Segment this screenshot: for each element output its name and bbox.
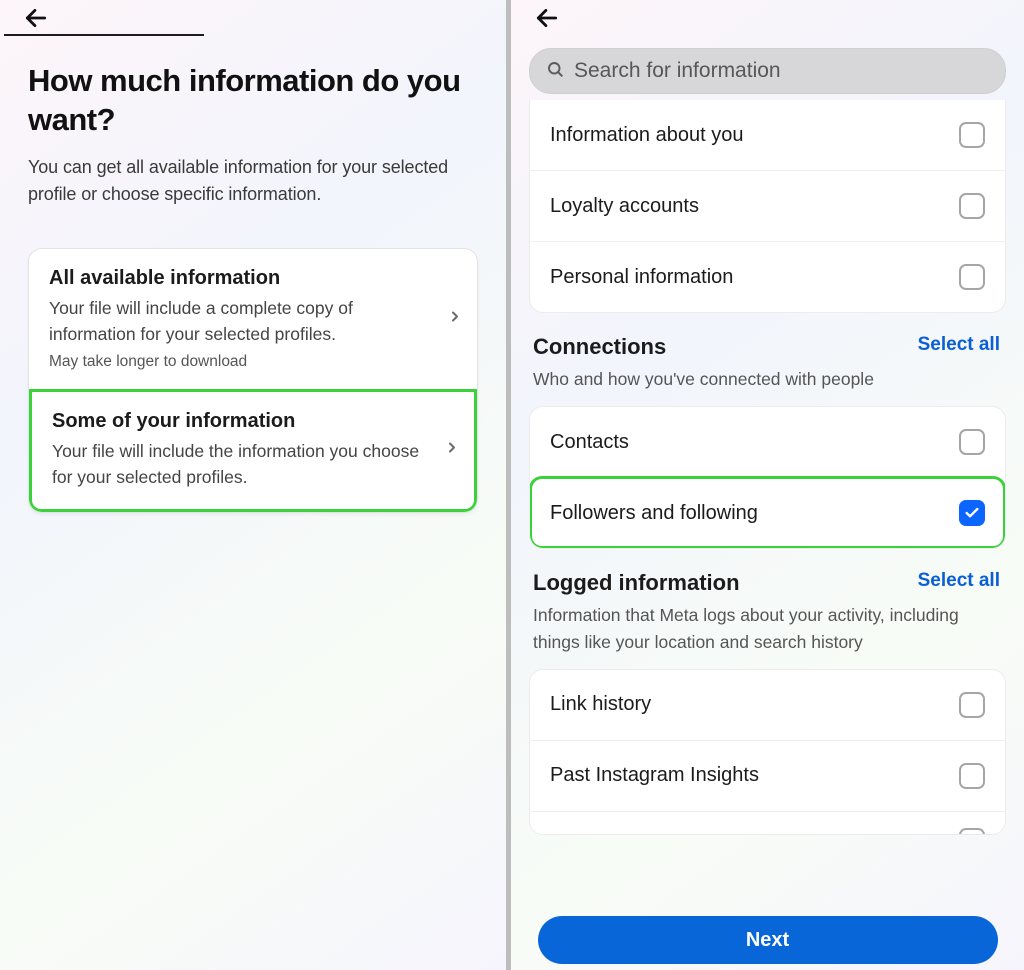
option-note: May take longer to download bbox=[49, 353, 431, 371]
option-some-information[interactable]: Some of your information Your file will … bbox=[29, 389, 477, 512]
row-loyalty-accounts[interactable]: Loyalty accounts bbox=[530, 170, 1005, 241]
checkbox-label: Link history bbox=[550, 693, 651, 716]
section-title-connections: Connections bbox=[533, 334, 666, 360]
checkbox-icon[interactable] bbox=[959, 500, 985, 526]
chevron-right-icon bbox=[447, 306, 463, 331]
checkbox-icon[interactable] bbox=[959, 264, 985, 290]
back-arrow-icon[interactable] bbox=[22, 4, 50, 32]
select-all-logged[interactable]: Select all bbox=[918, 570, 1000, 592]
option-all-information[interactable]: All available information Your file will… bbox=[29, 249, 477, 390]
chevron-right-icon bbox=[444, 438, 460, 463]
search-input[interactable]: Search for information bbox=[529, 48, 1006, 94]
top-info-card: Information about you Loyalty accounts P… bbox=[529, 100, 1006, 313]
checkbox-icon[interactable] bbox=[959, 828, 985, 834]
row-information-about-you[interactable]: Information about you bbox=[530, 100, 1005, 170]
checkbox-label: Personal information bbox=[550, 266, 733, 289]
select-all-connections[interactable]: Select all bbox=[918, 334, 1000, 356]
row-personal-information[interactable]: Personal information bbox=[530, 241, 1005, 312]
checkbox-icon[interactable] bbox=[959, 193, 985, 219]
page-title: How much information do you want? bbox=[28, 62, 478, 140]
row-contacts[interactable]: Contacts bbox=[530, 407, 1005, 477]
section-title-logged: Logged information bbox=[533, 570, 740, 596]
option-desc: Your file will include the information y… bbox=[52, 438, 428, 491]
option-desc: Your file will include a complete copy o… bbox=[49, 295, 431, 348]
checkbox-label: Loyalty accounts bbox=[550, 195, 699, 218]
checkbox-icon[interactable] bbox=[959, 692, 985, 718]
back-arrow-icon[interactable] bbox=[533, 4, 561, 32]
row-past-insights[interactable]: Past Instagram Insights bbox=[530, 740, 1005, 811]
option-title: Some of your information bbox=[52, 410, 428, 433]
section-desc-logged: Information that Meta logs about your ac… bbox=[511, 596, 1024, 669]
row-followers-following[interactable]: Followers and following bbox=[530, 477, 1005, 548]
checkbox-icon[interactable] bbox=[959, 763, 985, 789]
connections-card: Contacts Followers and following bbox=[529, 406, 1006, 549]
row-link-history[interactable]: Link history bbox=[530, 670, 1005, 740]
checkbox-label: Past Instagram Insights bbox=[550, 764, 759, 787]
checkbox-label: Contacts bbox=[550, 431, 629, 454]
page-subtitle: You can get all available information fo… bbox=[28, 154, 478, 208]
checkbox-icon[interactable] bbox=[959, 122, 985, 148]
checkbox-icon[interactable] bbox=[959, 429, 985, 455]
options-card: All available information Your file will… bbox=[28, 248, 478, 513]
row-partial[interactable] bbox=[530, 811, 1005, 834]
next-button[interactable]: Next bbox=[538, 916, 998, 964]
search-placeholder: Search for information bbox=[574, 59, 781, 83]
checkbox-label: Information about you bbox=[550, 124, 743, 147]
search-icon bbox=[546, 60, 564, 83]
logged-card: Link history Past Instagram Insights bbox=[529, 669, 1006, 835]
option-title: All available information bbox=[49, 267, 431, 290]
section-desc-connections: Who and how you've connected with people bbox=[511, 360, 1024, 406]
checkbox-label: Followers and following bbox=[550, 502, 758, 525]
